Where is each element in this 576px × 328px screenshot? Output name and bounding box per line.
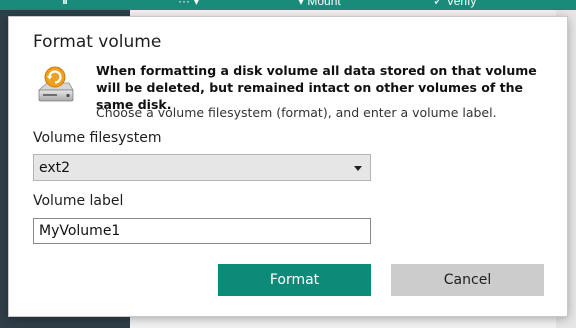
toolbar-mount-button[interactable]: ▾ Mount (298, 0, 341, 8)
filesystem-selected-value: ext2 (39, 160, 71, 176)
chevron-down-icon (354, 166, 362, 171)
disk-format-icon (37, 66, 74, 102)
toolbar-verify-label: Verify (446, 0, 477, 8)
app-toolbar: ⏸ ··· ▾ ▾ Mount ✓ Verify (0, 0, 576, 10)
format-volume-dialog: Format volume When formatting a disk vol… (9, 17, 567, 316)
volume-label-input[interactable] (33, 218, 371, 244)
toolbar-more-icon[interactable]: ··· ▾ (178, 0, 199, 8)
filesystem-dropdown[interactable]: ext2 (33, 154, 371, 181)
toolbar-icon[interactable]: ⏸ (62, 0, 68, 9)
help-text: Choose a volume filesystem (format), and… (96, 105, 497, 120)
dialog-title: Format volume (33, 32, 162, 52)
cancel-button[interactable]: Cancel (391, 264, 544, 296)
toolbar-mount-label: Mount (307, 0, 341, 8)
volume-label-label: Volume label (33, 193, 124, 209)
filesystem-label: Volume filesystem (33, 130, 162, 146)
format-button[interactable]: Format (218, 264, 371, 296)
toolbar-verify-button[interactable]: ✓ Verify (433, 0, 476, 8)
